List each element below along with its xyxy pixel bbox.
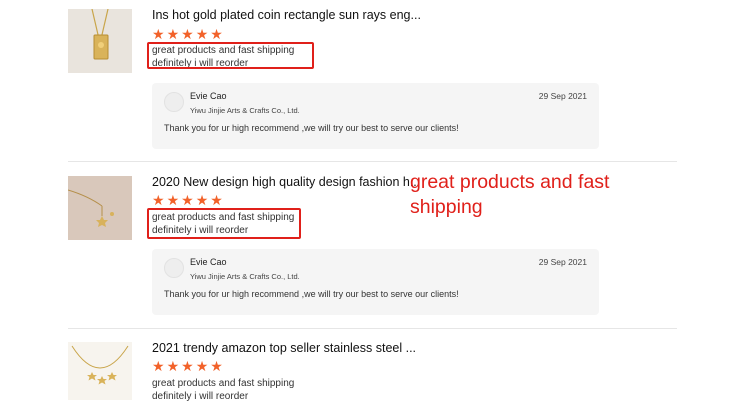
seller-avatar xyxy=(164,258,184,278)
reply-text: Thank you for ur high recommend ,we will… xyxy=(164,123,459,133)
reply-text: Thank you for ur high recommend ,we will… xyxy=(164,289,459,299)
comment-line: definitely i will reorder xyxy=(152,391,294,403)
product-title[interactable]: 2020 New design high quality design fash… xyxy=(152,175,420,189)
seller-name: Evie Cao xyxy=(190,91,227,101)
star-icon: ★ xyxy=(196,359,210,373)
star-icon: ★ xyxy=(210,359,224,373)
reply-date: 29 Sep 2021 xyxy=(539,91,587,101)
divider xyxy=(68,328,677,329)
star-icon: ★ xyxy=(152,27,166,41)
product-title[interactable]: Ins hot gold plated coin rectangle sun r… xyxy=(152,8,421,22)
star-rating: ★★★★★ xyxy=(152,27,225,41)
seller-avatar xyxy=(164,92,184,112)
star-icon: ★ xyxy=(152,359,166,373)
reply-date: 29 Sep 2021 xyxy=(539,257,587,267)
star-icon: ★ xyxy=(196,193,210,207)
product-thumbnail-star-chain[interactable] xyxy=(68,342,132,400)
seller-reply: Evie Cao Yiwu Jinjie Arts & Crafts Co., … xyxy=(152,83,599,149)
star-icon: ★ xyxy=(210,193,224,207)
divider xyxy=(68,161,677,162)
star-icon: ★ xyxy=(181,193,195,207)
star-icon: ★ xyxy=(196,27,210,41)
star-icon: ★ xyxy=(210,27,224,41)
star-rating: ★★★★★ xyxy=(152,193,225,207)
star-rating: ★★★★★ xyxy=(152,359,225,373)
product-thumbnail-star-necklace[interactable] xyxy=(68,176,132,240)
review-comment: great products and fast shipping definit… xyxy=(152,378,294,403)
star-icon: ★ xyxy=(152,193,166,207)
seller-company: Yiwu Jinjie Arts & Crafts Co., Ltd. xyxy=(190,272,300,281)
seller-name: Evie Cao xyxy=(190,257,227,267)
star-icon: ★ xyxy=(167,193,181,207)
product-thumbnail-coin-pendant[interactable] xyxy=(68,9,132,73)
star-icon: ★ xyxy=(181,359,195,373)
seller-reply: Evie Cao Yiwu Jinjie Arts & Crafts Co., … xyxy=(152,249,599,315)
annotation-text: great products and fast shipping xyxy=(410,170,670,220)
highlight-box xyxy=(147,208,301,239)
product-title[interactable]: 2021 trendy amazon top seller stainless … xyxy=(152,341,416,355)
star-icon: ★ xyxy=(181,27,195,41)
comment-line: great products and fast shipping xyxy=(152,378,294,391)
star-icon: ★ xyxy=(167,27,181,41)
highlight-box xyxy=(147,42,314,69)
seller-company: Yiwu Jinjie Arts & Crafts Co., Ltd. xyxy=(190,106,300,115)
star-icon: ★ xyxy=(167,359,181,373)
